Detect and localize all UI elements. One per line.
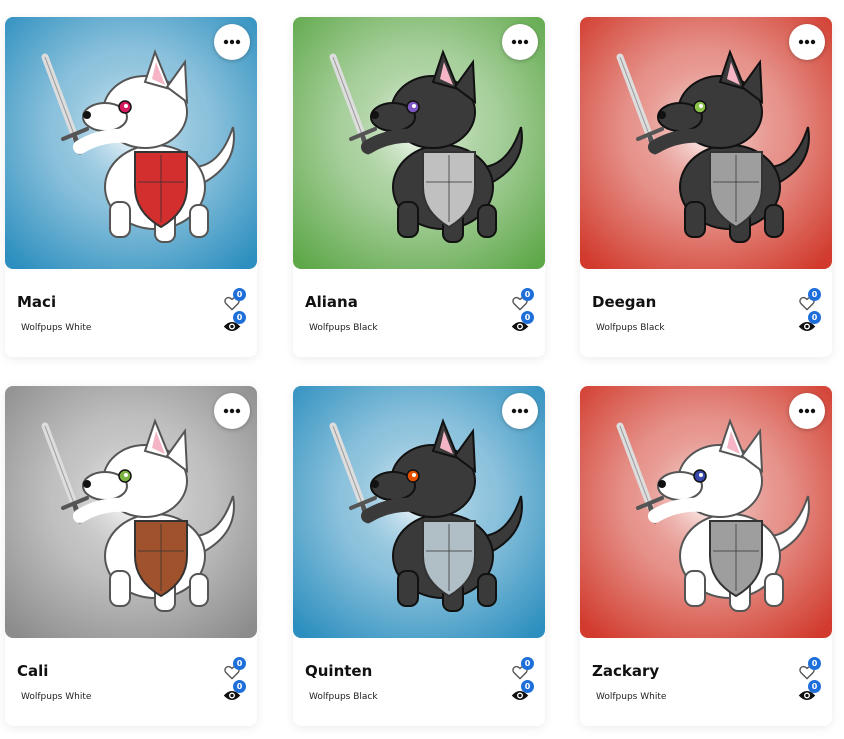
nft-card[interactable]: Zackary Wolfpups White 0 0 <box>580 386 832 726</box>
nft-card[interactable]: Deegan Wolfpups Black 0 0 <box>580 17 832 357</box>
like-button[interactable]: 0 <box>223 288 246 312</box>
view-count: 0 <box>233 680 246 693</box>
collection-name[interactable]: Wolfpups Black <box>309 692 378 702</box>
nft-card[interactable]: Aliana Wolfpups Black 0 0 <box>293 17 545 357</box>
view-indicator: 0 <box>223 311 246 335</box>
more-options-button[interactable] <box>214 393 250 429</box>
more-options-button[interactable] <box>502 393 538 429</box>
more-options-button[interactable] <box>502 24 538 60</box>
nft-name[interactable]: Zackary <box>592 662 659 680</box>
collection-name[interactable]: Wolfpups Black <box>596 323 665 333</box>
like-count: 0 <box>233 288 246 301</box>
more-options-button[interactable] <box>214 24 250 60</box>
collection-name[interactable]: Wolfpups Black <box>309 323 378 333</box>
ellipsis-icon <box>798 408 816 414</box>
nft-card[interactable]: Maci Wolfpups White 0 0 <box>5 17 257 357</box>
like-count: 0 <box>808 288 821 301</box>
view-count: 0 <box>233 311 246 324</box>
nft-name[interactable]: Aliana <box>305 293 358 311</box>
nft-card[interactable]: Cali Wolfpups White 0 0 <box>5 386 257 726</box>
nft-name[interactable]: Maci <box>17 293 56 311</box>
like-count: 0 <box>808 657 821 670</box>
collection-name[interactable]: Wolfpups White <box>21 323 91 333</box>
view-indicator: 0 <box>511 311 534 335</box>
view-indicator: 0 <box>223 680 246 704</box>
ellipsis-icon <box>511 39 529 45</box>
ellipsis-icon <box>223 39 241 45</box>
like-count: 0 <box>521 657 534 670</box>
view-count: 0 <box>808 311 821 324</box>
view-indicator: 0 <box>798 311 821 335</box>
like-count: 0 <box>521 288 534 301</box>
ellipsis-icon <box>223 408 241 414</box>
view-indicator: 0 <box>511 680 534 704</box>
like-count: 0 <box>233 657 246 670</box>
like-button[interactable]: 0 <box>511 657 534 681</box>
like-button[interactable]: 0 <box>798 657 821 681</box>
ellipsis-icon <box>511 408 529 414</box>
like-button[interactable]: 0 <box>511 288 534 312</box>
view-count: 0 <box>521 680 534 693</box>
nft-name[interactable]: Deegan <box>592 293 656 311</box>
like-button[interactable]: 0 <box>223 657 246 681</box>
view-indicator: 0 <box>798 680 821 704</box>
like-button[interactable]: 0 <box>798 288 821 312</box>
collection-name[interactable]: Wolfpups White <box>21 692 91 702</box>
more-options-button[interactable] <box>789 24 825 60</box>
ellipsis-icon <box>798 39 816 45</box>
nft-name[interactable]: Cali <box>17 662 48 680</box>
collection-name[interactable]: Wolfpups White <box>596 692 666 702</box>
more-options-button[interactable] <box>789 393 825 429</box>
view-count: 0 <box>521 311 534 324</box>
nft-card[interactable]: Quinten Wolfpups Black 0 0 <box>293 386 545 726</box>
nft-name[interactable]: Quinten <box>305 662 372 680</box>
view-count: 0 <box>808 680 821 693</box>
